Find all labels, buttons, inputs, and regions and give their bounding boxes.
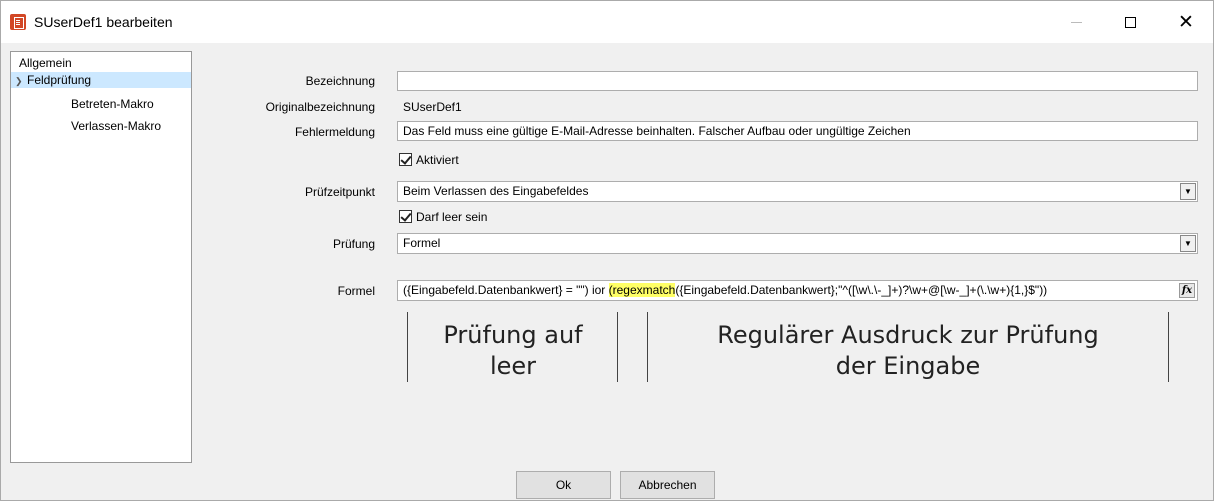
pruefzeitpunkt-select[interactable]: Beim Verlassen des Eingabefeldes ▼: [397, 181, 1198, 202]
formel-highlight: (regexmatch: [608, 283, 676, 297]
formel-part-regex: ({Eingabefeld.Datenbankwert};"^([\w\.\-_…: [675, 283, 1048, 297]
dropdown-arrow-icon[interactable]: ▼: [1180, 183, 1196, 200]
ok-button[interactable]: Ok: [516, 471, 611, 499]
tree-item-betreten-makro[interactable]: Betreten-Makro: [71, 96, 154, 112]
checkbox-checked-icon[interactable]: [399, 210, 412, 223]
pruefung-label: Prüfung: [332, 237, 375, 251]
tree-item-verlassen-makro[interactable]: Verlassen-Makro: [71, 118, 161, 134]
aktiviert-label: Aktiviert: [416, 153, 459, 167]
minimize-icon: [1070, 21, 1082, 23]
chevron-down-icon[interactable]: ❯: [15, 73, 27, 89]
maximize-icon: [1124, 16, 1136, 28]
annotation-bracket-line: [647, 312, 648, 382]
annotation-bracket-line: [617, 312, 618, 382]
annotation-line: der Eingabe: [835, 352, 981, 380]
darf-leer-label: Darf leer sein: [416, 210, 488, 224]
tree-item-label: Feldprüfung: [27, 73, 92, 87]
tree-item-feldpruefung[interactable]: ❯ Feldprüfung: [11, 72, 191, 88]
close-icon: ✕: [1178, 10, 1194, 33]
fehlermeldung-field[interactable]: Das Feld muss eine gültige E-Mail-Adress…: [397, 121, 1198, 141]
darf-leer-checkbox[interactable]: Darf leer sein: [399, 209, 487, 225]
annotation-regex: Regulärer Ausdruck zur Prüfung der Einga…: [651, 320, 1165, 382]
annotation-line: Prüfung auf: [443, 321, 583, 349]
annotation-empty-check: Prüfung auf leer: [411, 320, 615, 382]
navigation-tree[interactable]: Allgemein ❯ Feldprüfung Betreten-Makro Ve…: [10, 51, 192, 463]
formel-field[interactable]: ({Eingabefeld.Datenbankwert} = "") ior (…: [397, 280, 1198, 301]
aktiviert-checkbox[interactable]: Aktiviert: [399, 152, 459, 168]
title-bar[interactable]: SUserDef1 bearbeiten ✕: [1, 1, 1213, 43]
annotation-bracket-line: [1168, 312, 1169, 382]
pruefung-value: Formel: [403, 236, 441, 250]
app-document-icon: [10, 14, 26, 30]
originalbezeichnung-label: Originalbezeichnung: [265, 100, 375, 114]
originalbezeichnung-field: SUserDef1: [397, 97, 1198, 117]
tree-item-label: Betreten-Makro: [71, 97, 154, 111]
dialog-window: SUserDef1 bearbeiten ✕ Allgemein ❯ Feldpr…: [0, 0, 1214, 501]
window-title: SUserDef1 bearbeiten: [34, 14, 173, 30]
checkbox-checked-icon[interactable]: [399, 153, 412, 166]
pruefzeitpunkt-value: Beim Verlassen des Eingabefeldes: [403, 184, 589, 198]
pruefzeitpunkt-label: Prüfzeitpunkt: [304, 185, 375, 199]
formel-part-empty-check: ({Eingabefeld.Datenbankwert} = "") ior: [403, 283, 609, 297]
minimize-button[interactable]: [1053, 1, 1099, 43]
tree-item-label: Allgemein: [19, 56, 72, 70]
maximize-button[interactable]: [1107, 1, 1153, 43]
annotation-bracket-line: [407, 312, 408, 382]
annotation-line: leer: [489, 352, 537, 380]
close-button[interactable]: ✕: [1163, 1, 1209, 43]
tree-item-label: Verlassen-Makro: [71, 119, 162, 133]
tree-item-allgemein[interactable]: Allgemein: [19, 55, 72, 71]
annotation-line: Regulärer Ausdruck zur Prüfung: [717, 321, 1099, 349]
function-fx-icon[interactable]: fx: [1179, 283, 1195, 298]
formel-label: Formel: [337, 284, 375, 298]
bezeichnung-label: Bezeichnung: [305, 74, 375, 88]
bezeichnung-field[interactable]: [397, 71, 1198, 91]
dropdown-arrow-icon[interactable]: ▼: [1180, 235, 1196, 252]
pruefung-select[interactable]: Formel ▼: [397, 233, 1198, 254]
cancel-button[interactable]: Abbrechen: [620, 471, 715, 499]
fehlermeldung-label: Fehlermeldung: [294, 125, 375, 139]
